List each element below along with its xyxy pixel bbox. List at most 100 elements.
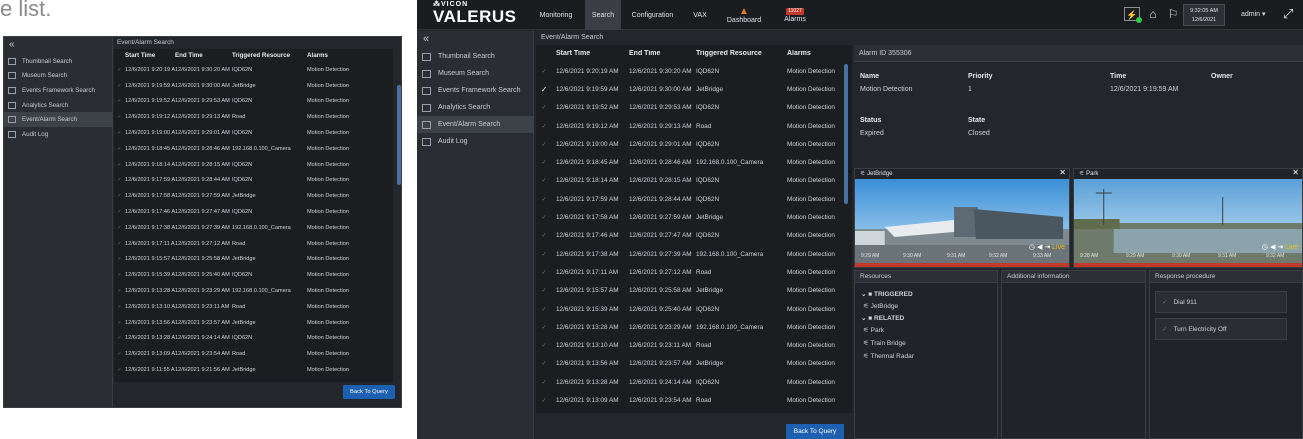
column-header[interactable]: Start Time — [552, 50, 629, 57]
sidebar-item-label: Analytics Search — [438, 104, 491, 111]
timeline-bar[interactable] — [1074, 263, 1302, 267]
column-header[interactable]: End Time — [629, 50, 696, 57]
table-row[interactable]: ✓ 12/6/2021 9:19:59 AM 12/6/2021 9:30:00 A… — [536, 80, 852, 98]
response-step[interactable]: ✓ Turn Electricity Off — [1155, 318, 1287, 340]
table-row[interactable]: ✓ 12/6/2021 9:13:56 AM 12/6/2021 9:23:57 A… — [536, 355, 852, 373]
table-row[interactable]: ✓ 12/6/2021 9:17:46 AM 12/6/2021 9:27:47 A… — [114, 204, 393, 220]
table-row[interactable]: ✓ 12/6/2021 9:17:46 AM 12/6/2021 9:27:47 A… — [536, 227, 852, 245]
tab-vax[interactable]: VAX — [685, 0, 715, 30]
sidebar-item-thumbnail-search[interactable]: Thumbnail Search — [417, 48, 534, 65]
table-row[interactable]: ✓ 12/6/2021 9:13:09 AM 12/6/2021 9:23:54 A… — [114, 346, 393, 362]
sidebar-item-audit-log[interactable]: Audit Log — [417, 133, 534, 150]
response-step[interactable]: ✓ Dial 911 — [1155, 291, 1287, 313]
table-row[interactable]: ✓ 12/6/2021 9:13:28 AM 12/6/2021 9:23:29 A… — [114, 283, 393, 299]
table-row[interactable]: ✓ 12/6/2021 9:17:11 AM 12/6/2021 9:27:12 A… — [114, 236, 393, 252]
flag-icon[interactable]: ⚐ — [1165, 7, 1181, 21]
tree-group-related[interactable]: ⌄ ■ RELATED — [861, 314, 904, 322]
list-scrollbar[interactable] — [844, 64, 848, 204]
table-row[interactable]: ✓ 12/6/2021 9:13:10 AM 12/6/2021 9:23:11 A… — [536, 336, 852, 354]
table-row[interactable]: ✓ 12/6/2021 9:13:10 AM 12/6/2021 9:23:11 A… — [114, 299, 393, 315]
column-header[interactable]: Start Time — [125, 52, 175, 59]
sidebar-item-museum-search[interactable]: Museum Search — [4, 69, 113, 84]
collapse-icon[interactable]: « — [423, 33, 429, 45]
column-header[interactable]: Alarms — [307, 52, 383, 59]
sidebar-item-event-alarm-search[interactable]: Event/Alarm Search — [4, 112, 113, 127]
sidebar-item-museum-search[interactable]: Museum Search — [417, 65, 534, 82]
table-row[interactable]: ✓ 12/6/2021 9:19:00 AM 12/6/2021 9:29:01 A… — [536, 135, 852, 153]
sidebar-item-events-framework-search[interactable]: Events Framework Search — [417, 82, 534, 99]
column-header[interactable]: Triggered Resource — [232, 52, 307, 59]
table-row[interactable]: ✓ 12/6/2021 9:17:38 AM 12/6/2021 9:27:39 A… — [536, 245, 852, 263]
table-row[interactable]: ✓ 12/6/2021 9:19:52 AM 12/6/2021 9:29:53 A… — [114, 94, 393, 110]
table-row[interactable]: ✓12/6/2021 9:11:55 AM12/6/2021 9:21:56 A… — [536, 410, 852, 413]
list-scrollbar[interactable] — [397, 85, 401, 185]
table-row[interactable]: ✓ 12/6/2021 9:18:45 AM 12/6/2021 9:28:46 A… — [536, 153, 852, 171]
table-cell: 12/6/2021 9:23:11 AM — [629, 342, 692, 350]
table-row[interactable]: ✓ 12/6/2021 9:13:09 AM 12/6/2021 9:23:54 A… — [536, 391, 852, 409]
table-row[interactable]: ✓ 12/6/2021 9:17:38 AM 12/6/2021 9:27:39 A… — [114, 220, 393, 236]
close-icon[interactable]: ✕ — [1059, 169, 1066, 178]
back-to-query-button[interactable]: Back To Query — [786, 424, 844, 439]
playback-controls[interactable]: ◷ ◀ ⇥ Live — [1029, 243, 1065, 251]
sidebar-item-analytics-search[interactable]: Analytics Search — [417, 99, 534, 116]
close-icon[interactable]: ✕ — [1292, 169, 1299, 178]
table-row[interactable]: ✓ 12/6/2021 9:13:56 AM 12/6/2021 9:23:57 A… — [114, 315, 393, 331]
playback-controls[interactable]: ◷ ◀ ⇥ Live — [1262, 243, 1298, 251]
table-row[interactable]: ✓ 12/6/2021 9:13:28 AM 12/6/2021 9:24:14 A… — [114, 331, 393, 347]
table-row[interactable]: ✓ 12/6/2021 9:19:12 AM 12/6/2021 9:29:13 A… — [536, 117, 852, 135]
tree-item[interactable]: ⚟ JetBridge — [863, 302, 898, 310]
table-row[interactable]: ✓ 12/6/2021 9:15:39 AM 12/6/2021 9:25:40 A… — [536, 300, 852, 318]
table-row[interactable]: ✓ 12/6/2021 9:15:57 AM 12/6/2021 9:25:58 A… — [114, 252, 393, 268]
tree-item[interactable]: ⚟ Thermal Radar — [863, 352, 914, 360]
sidebar-item-event-alarm-search[interactable]: Event/Alarm Search — [417, 116, 534, 133]
table-row[interactable]: ✓ 12/6/2021 9:19:52 AM 12/6/2021 9:29:53 A… — [536, 99, 852, 117]
timeline-tick: 9:29 AM — [1126, 253, 1145, 259]
table-row[interactable]: ✓ 12/6/2021 9:19:59 AM 12/6/2021 9:30:00 A… — [114, 78, 393, 94]
tab-configuration[interactable]: Configuration — [625, 0, 680, 30]
column-header[interactable]: Alarms — [787, 50, 852, 57]
tree-item[interactable]: ⚟ Train Bridge — [863, 339, 906, 347]
sidebar-item-thumbnail-search[interactable]: Thumbnail Search — [4, 54, 113, 69]
table-row[interactable]: ✓ 12/6/2021 9:18:45 AM 12/6/2021 9:28:46 A… — [114, 141, 393, 157]
back-to-query-button[interactable]: Back To Query — [343, 385, 395, 399]
sidebar-item-events-framework-search[interactable]: Events Framework Search — [4, 83, 113, 98]
table-row[interactable]: ✓ 12/6/2021 9:13:28 AM 12/6/2021 9:23:29 A… — [536, 318, 852, 336]
table-row[interactable]: ✓ 12/6/2021 9:20:19 AM 12/6/2021 9:30:20 A… — [536, 62, 852, 80]
table-row[interactable]: ✓ 12/6/2021 9:15:39 AM 12/6/2021 9:25:40 A… — [114, 267, 393, 283]
tree-group-triggered[interactable]: ⌄ ■ TRIGGERED — [861, 290, 913, 298]
table-row[interactable]: ✓ 12/6/2021 9:19:12 AM 12/6/2021 9:29:13 A… — [114, 109, 393, 125]
camera-tile-park[interactable]: ⚟ Park ✕ ◷ ◀ ⇥ Live 9:28 AM 9:29 AM 9:30 … — [1073, 168, 1303, 268]
tab-dashboard[interactable]: ▲ Dashboard — [719, 0, 769, 30]
fullscreen-icon[interactable]: ⤢ — [1283, 6, 1293, 22]
sidebar-item-analytics-search[interactable]: Analytics Search — [4, 98, 113, 113]
table-row[interactable]: ✓ 12/6/2021 9:17:58 AM 12/6/2021 9:27:59 A… — [114, 188, 393, 204]
table-row[interactable]: ✓ 12/6/2021 9:17:11 AM 12/6/2021 9:27:12 A… — [536, 263, 852, 281]
tab-alarms[interactable]: 11027 Alarms — [775, 0, 815, 30]
table-row[interactable]: ✓ 12/6/2021 9:13:28 AM 12/6/2021 9:24:14 A… — [536, 373, 852, 391]
timeline-bar[interactable] — [855, 263, 1069, 267]
table-row[interactable]: ✓ 12/6/2021 9:17:59 AM 12/6/2021 9:28:44 A… — [114, 173, 393, 189]
table-row[interactable]: ✓12/6/2021 9:11:55 AM12/6/2021 9:21:56 A… — [114, 362, 393, 378]
table-row[interactable]: ✓ 12/6/2021 9:18:14 AM 12/6/2021 9:28:15 A… — [114, 157, 393, 173]
table-cell: Motion Detection — [307, 272, 349, 279]
column-header[interactable]: Triggered Resource — [696, 50, 787, 57]
table-row[interactable]: ✓ 12/6/2021 9:20:19 AM 12/6/2021 9:30:20 A… — [114, 62, 393, 78]
tab-monitoring[interactable]: Monitoring — [531, 0, 581, 30]
server-status-icon[interactable]: ⚡ — [1124, 7, 1142, 23]
table-row[interactable]: ✓ 12/6/2021 9:18:14 AM 12/6/2021 9:28:15 A… — [536, 172, 852, 190]
collapse-icon[interactable]: « — [9, 39, 15, 50]
tab-label: VAX — [693, 11, 707, 19]
user-menu[interactable]: admin ▾ — [1241, 10, 1266, 18]
table-row[interactable]: ✓ 12/6/2021 9:17:59 AM 12/6/2021 9:28:44 A… — [536, 190, 852, 208]
table-row[interactable]: ✓ 12/6/2021 9:19:00 AM 12/6/2021 9:29:01 A… — [114, 125, 393, 141]
column-header[interactable]: End Time — [175, 52, 232, 59]
tab-search[interactable]: Search — [585, 0, 621, 30]
check-icon: ✓ — [117, 98, 122, 105]
camera-tile-jetbridge[interactable]: ⚟ JetBridge ✕ ◷ ◀ ⇥ Live 9:29 AM 9:30 AM … — [854, 168, 1070, 268]
ai-icon[interactable]: ⌂ — [1145, 7, 1161, 21]
table-row[interactable]: ✓ 12/6/2021 9:17:58 AM 12/6/2021 9:27:59 A… — [536, 208, 852, 226]
table-cell: 192.168.0.100_Camera — [696, 323, 764, 331]
table-row[interactable]: ✓ 12/6/2021 9:15:57 AM 12/6/2021 9:25:58 A… — [536, 282, 852, 300]
sidebar-item-audit-log[interactable]: Audit Log — [4, 127, 113, 142]
tree-item[interactable]: ⚟ Park — [863, 326, 884, 334]
